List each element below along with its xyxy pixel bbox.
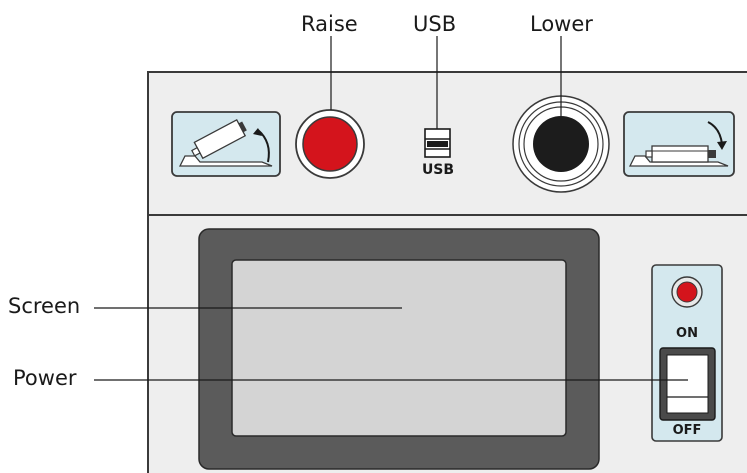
lower-callout: Lower <box>530 12 593 36</box>
power-switch[interactable] <box>659 347 716 421</box>
switch-off-label: OFF <box>672 423 702 438</box>
raise-arm-icon <box>171 111 281 177</box>
screen[interactable] <box>231 259 567 437</box>
screen-callout: Screen <box>8 294 81 318</box>
raise-callout: Raise <box>301 12 358 36</box>
usb-port-label: USB <box>421 162 455 178</box>
control-panel-diagram: Raise USB Lower Screen Power USB ON OFF <box>0 0 747 473</box>
raise-button[interactable] <box>295 109 365 179</box>
usb-callout: USB <box>413 12 457 36</box>
lower-arm-icon <box>623 111 735 177</box>
power-callout: Power <box>13 366 77 390</box>
power-indicator-light <box>671 276 703 308</box>
control-panel-svg <box>94 36 747 473</box>
usb-port-icon[interactable] <box>424 128 451 158</box>
switch-on-label: ON <box>676 326 698 341</box>
